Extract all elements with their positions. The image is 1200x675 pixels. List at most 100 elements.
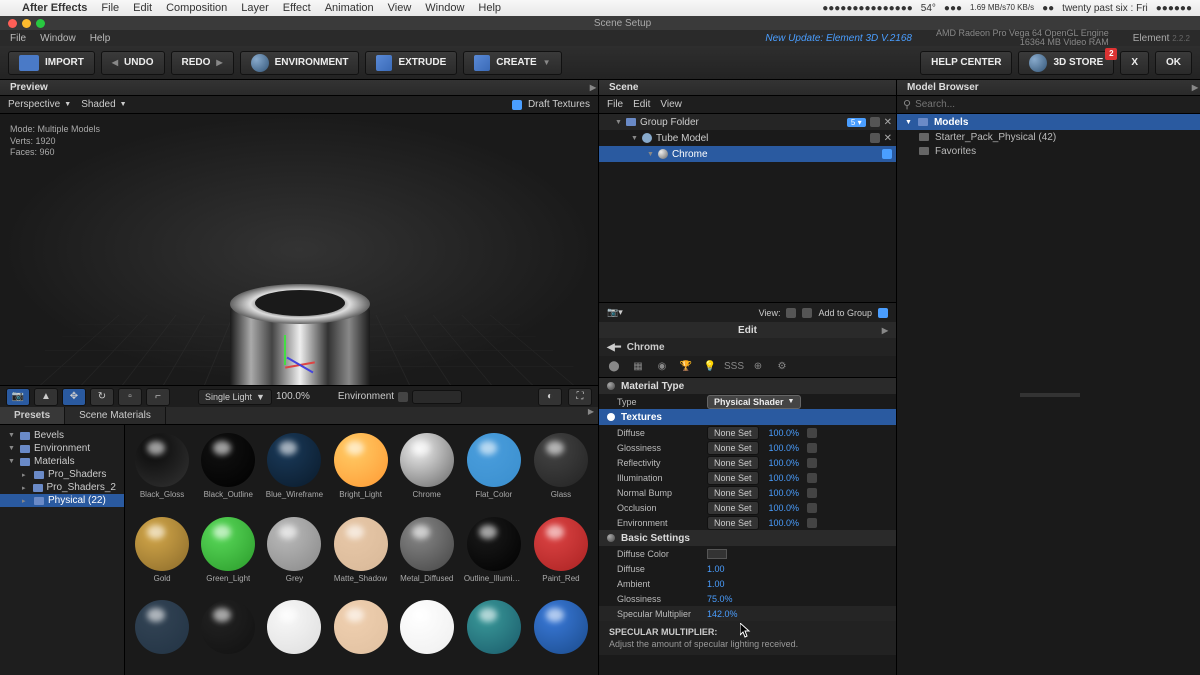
anchor-tool[interactable]: ⌐: [146, 388, 170, 406]
world-icon[interactable]: ⊕: [751, 360, 765, 374]
perspective-dropdown[interactable]: Perspective▼: [8, 99, 71, 110]
edit-forward[interactable]: ▶: [882, 326, 888, 335]
texture-slot[interactable]: None Set: [707, 426, 759, 440]
camera-icon[interactable]: 📷▾: [607, 307, 623, 318]
material-preset[interactable]: [197, 598, 259, 669]
tab-scene-materials[interactable]: Scene Materials: [65, 407, 166, 424]
texture-toggle[interactable]: [807, 518, 817, 528]
material-preset[interactable]: Outline_Illuminat...: [462, 515, 526, 595]
value-field[interactable]: 142.0%: [707, 609, 738, 619]
back-arrow-icon[interactable]: ◀━: [607, 342, 621, 353]
expand-icon[interactable]: ▶: [590, 83, 596, 92]
texture-slot[interactable]: None Set: [707, 501, 759, 515]
material-preset[interactable]: [131, 598, 193, 669]
update-notice[interactable]: New Update: Element 3D V.2168: [765, 33, 912, 44]
move-tool[interactable]: ✥: [62, 388, 86, 406]
scene-item[interactable]: ▼Tube Model✕: [599, 130, 896, 146]
undo-button[interactable]: ◀UNDO: [101, 51, 165, 75]
scene-menu-edit[interactable]: Edit: [633, 99, 650, 110]
texture-toggle[interactable]: [807, 443, 817, 453]
gear-icon[interactable]: ⚙: [775, 360, 789, 374]
element-button[interactable]: Element 2.2.2: [1133, 33, 1190, 44]
menu-layer[interactable]: Layer: [241, 2, 269, 14]
menu-composition[interactable]: Composition: [166, 2, 227, 14]
texture-slot[interactable]: None Set: [707, 516, 759, 530]
environment-button[interactable]: ENVIRONMENT: [240, 51, 360, 75]
material-preset[interactable]: Black_Outline: [197, 431, 259, 511]
material-preset[interactable]: Black_Gloss: [131, 431, 193, 511]
preset-tree-item[interactable]: ▼Bevels: [0, 429, 124, 442]
sphere-icon[interactable]: ⬤: [607, 360, 621, 374]
textures-header[interactable]: Textures: [599, 409, 896, 425]
menu-effect[interactable]: Effect: [283, 2, 311, 14]
material-preset[interactable]: [462, 598, 526, 669]
model-item[interactable]: Starter_Pack_Physical (42): [897, 130, 1200, 144]
texture-slot[interactable]: None Set: [707, 456, 759, 470]
scene-menu-file[interactable]: File: [607, 99, 623, 110]
models-folder[interactable]: ▼ Models: [897, 114, 1200, 130]
material-preset[interactable]: Glass: [530, 431, 592, 511]
material-preset[interactable]: [330, 598, 392, 669]
material-preset[interactable]: Grey: [263, 515, 325, 595]
app-name[interactable]: After Effects: [22, 2, 87, 14]
material-preset[interactable]: [396, 598, 458, 669]
plugin-menu-help[interactable]: Help: [90, 33, 111, 44]
texture-toggle[interactable]: [807, 473, 817, 483]
material-preset[interactable]: Bright_Light: [330, 431, 392, 511]
search-input[interactable]: [915, 99, 1194, 110]
preset-tree-item[interactable]: ▼Environment: [0, 442, 124, 455]
preset-tree-item[interactable]: ▸Pro_Shaders: [0, 468, 124, 481]
light-percent[interactable]: 100.0%: [276, 391, 310, 402]
texture-toggle[interactable]: [807, 428, 817, 438]
texture-pct[interactable]: 100.0%: [769, 428, 800, 438]
store-button[interactable]: 3D STORE2: [1018, 51, 1114, 75]
fullscreen-toggle[interactable]: ⛶: [568, 388, 592, 406]
shader-icon[interactable]: ◉: [655, 360, 669, 374]
value-field[interactable]: 1.00: [707, 579, 725, 589]
scale-tool[interactable]: ▫: [118, 388, 142, 406]
expand-icon[interactable]: ▶: [1192, 83, 1198, 92]
plugin-menu-file[interactable]: File: [10, 33, 26, 44]
material-preset[interactable]: Paint_Red: [530, 515, 592, 595]
select-tool[interactable]: ▲: [34, 388, 58, 406]
model-cylinder[interactable]: [230, 284, 380, 385]
texture-toggle[interactable]: [807, 488, 817, 498]
extrude-button[interactable]: EXTRUDE: [365, 51, 457, 75]
trophy-icon[interactable]: 🏆: [679, 360, 693, 374]
material-preset[interactable]: [263, 598, 325, 669]
material-preset[interactable]: Green_Light: [197, 515, 259, 595]
scene-item[interactable]: ▼Group Folder5 ▾✕: [599, 114, 896, 130]
material-preset[interactable]: Matte_Shadow: [330, 515, 392, 595]
close-window-icon[interactable]: [8, 19, 17, 28]
preset-tree-item[interactable]: ▸Pro_Shaders_2: [0, 481, 124, 494]
material-preset[interactable]: Flat_Color: [462, 431, 526, 511]
view-mode-1[interactable]: [786, 308, 796, 318]
material-type-header[interactable]: Material Type: [599, 378, 896, 394]
menu-view[interactable]: View: [388, 2, 412, 14]
viewport-3d[interactable]: Mode: Multiple Models Verts: 1920 Faces:…: [0, 114, 598, 385]
draft-checkbox[interactable]: [512, 100, 522, 110]
sss-icon[interactable]: SSS: [727, 360, 741, 374]
material-preset[interactable]: Metal_Diffused: [396, 515, 458, 595]
create-button[interactable]: CREATE▼: [463, 51, 561, 75]
preset-tree-item[interactable]: ▸Physical (22): [0, 494, 124, 507]
help-center-button[interactable]: HELP CENTER: [920, 51, 1012, 75]
rotate-tool[interactable]: ↻: [90, 388, 114, 406]
light-icon[interactable]: 💡: [703, 360, 717, 374]
minimize-window-icon[interactable]: [22, 19, 31, 28]
menu-edit[interactable]: Edit: [133, 2, 152, 14]
expand-icon[interactable]: ▶: [584, 407, 598, 424]
menu-file[interactable]: File: [101, 2, 119, 14]
scene-menu-view[interactable]: View: [660, 99, 682, 110]
add-to-group[interactable]: Add to Group: [818, 308, 872, 318]
texture-pct[interactable]: 100.0%: [769, 488, 800, 498]
color-swatch[interactable]: [707, 549, 727, 559]
ok-button[interactable]: OK: [1155, 51, 1192, 75]
tab-presets[interactable]: Presets: [0, 407, 65, 424]
material-preset[interactable]: Gold: [131, 515, 193, 595]
env-swatch[interactable]: [412, 390, 462, 404]
texture-pct[interactable]: 100.0%: [769, 443, 800, 453]
add-group-icon[interactable]: [878, 308, 888, 318]
model-item-favorites[interactable]: Favorites: [897, 144, 1200, 158]
basic-settings-header[interactable]: Basic Settings: [599, 530, 896, 546]
